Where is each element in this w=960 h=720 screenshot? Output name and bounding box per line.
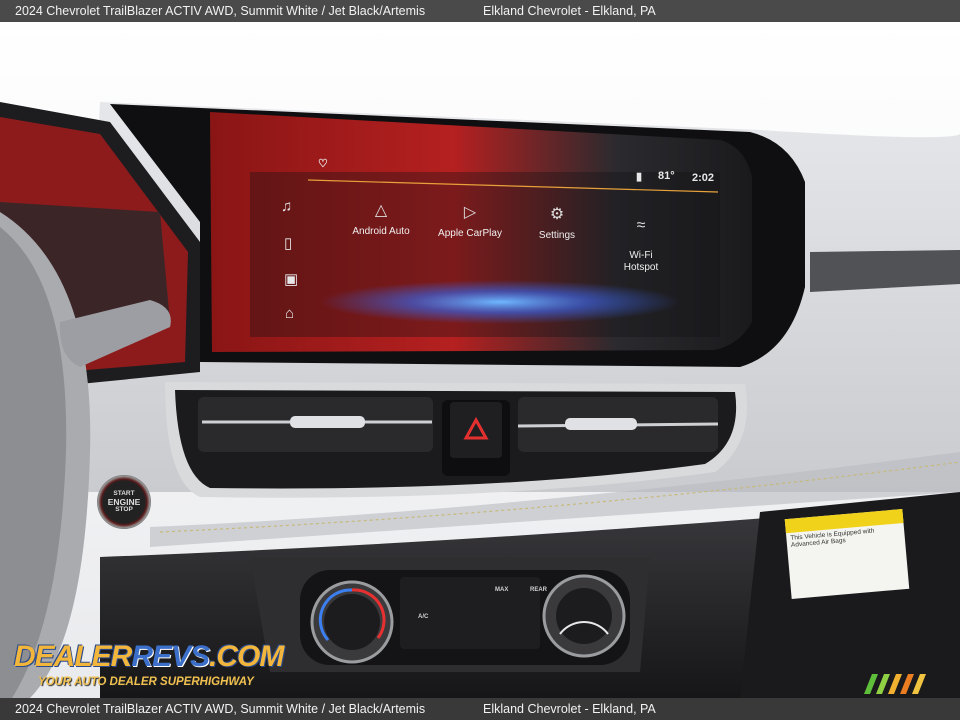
engine-start-stop-button[interactable]: START ENGINE STOP <box>97 475 151 529</box>
dealer-caption-bottom: Elkland Chevrolet - Elkland, PA <box>483 702 656 716</box>
bottom-caption-bar: 2024 Chevrolet TrailBlazer ACTIV AWD, Su… <box>0 698 960 720</box>
engine-button-line2: ENGINE <box>107 497 141 507</box>
watermark-brand-c: .COM <box>209 640 284 673</box>
watermark-brand-a: DEALER <box>14 640 132 673</box>
watermark-tagline: YOUR AUTO DEALER SUPERHIGHWAY <box>38 676 254 688</box>
watermark-brand: DEALERREVS.COM <box>14 640 284 674</box>
dashboard-photo: ♡ ▮ 81° 2:02 ♫ ▯ ▣ ⌂ △ Android Auto ▷ Ap… <box>0 22 960 698</box>
dealer-caption: Elkland Chevrolet - Elkland, PA <box>483 4 656 18</box>
airbag-sticker-text: This Vehicle is Equipped with Advanced A… <box>790 527 875 549</box>
dealer-revs-watermark: DEALERREVS.COM YOUR AUTO DEALER SUPERHIG… <box>14 640 284 696</box>
airbag-sticker: This Vehicle is Equipped with Advanced A… <box>784 509 910 599</box>
top-caption-bar: 2024 Chevrolet TrailBlazer ACTIV AWD, Su… <box>0 0 960 22</box>
vehicle-caption: 2024 Chevrolet TrailBlazer ACTIV AWD, Su… <box>15 4 426 18</box>
watermark-brand-b: REVS <box>131 640 210 673</box>
stripes-logo <box>864 674 926 694</box>
engine-button-line3: STOP <box>115 506 133 513</box>
vehicle-caption-bottom: 2024 Chevrolet TrailBlazer ACTIV AWD, Su… <box>15 702 426 716</box>
